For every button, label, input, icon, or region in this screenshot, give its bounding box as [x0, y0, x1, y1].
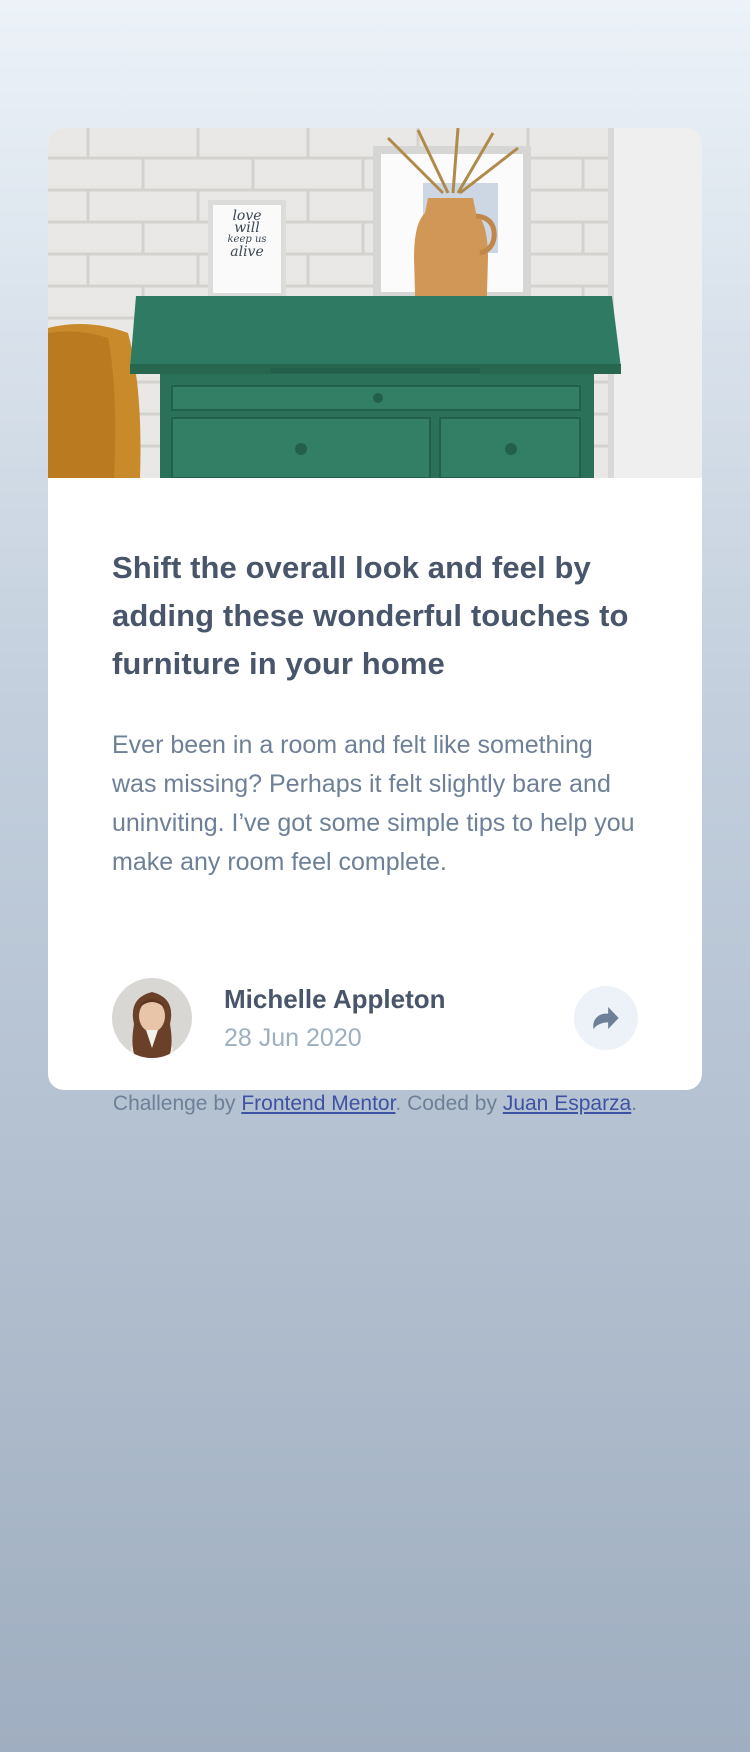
article-description: Ever been in a room and felt like someth… [112, 731, 635, 876]
attribution-prefix: Challenge by [112, 1092, 242, 1115]
avatar [112, 978, 192, 1058]
share-button[interactable] [574, 986, 638, 1050]
hero-image: love will keep us alive [48, 128, 702, 478]
publish-date: 28 Jun 2020 [224, 1024, 362, 1052]
author-link[interactable]: Juan Esparza [503, 1092, 631, 1115]
attribution-middle: . Coded by [395, 1092, 503, 1115]
article-title: Shift the overall look and feel by addin… [112, 550, 629, 681]
article-card: love will keep us alive Shift the overal… [48, 128, 702, 1090]
attribution: Challenge by Frontend Mentor. Coded by J… [0, 1092, 750, 1116]
author-row: Michelle Appleton 28 Jun 2020 [112, 978, 638, 1058]
article-content: Shift the overall look and feel by addin… [48, 478, 702, 882]
attribution-suffix: . [631, 1092, 638, 1115]
frame-text-line: alive [230, 244, 264, 260]
author-name: Michelle Appleton [224, 984, 446, 1014]
hero-frame-text: love will keep us alive [215, 209, 279, 260]
share-icon [593, 1007, 619, 1029]
frame-text-line: will [234, 220, 260, 236]
frontend-mentor-link[interactable]: Frontend Mentor [241, 1092, 395, 1115]
